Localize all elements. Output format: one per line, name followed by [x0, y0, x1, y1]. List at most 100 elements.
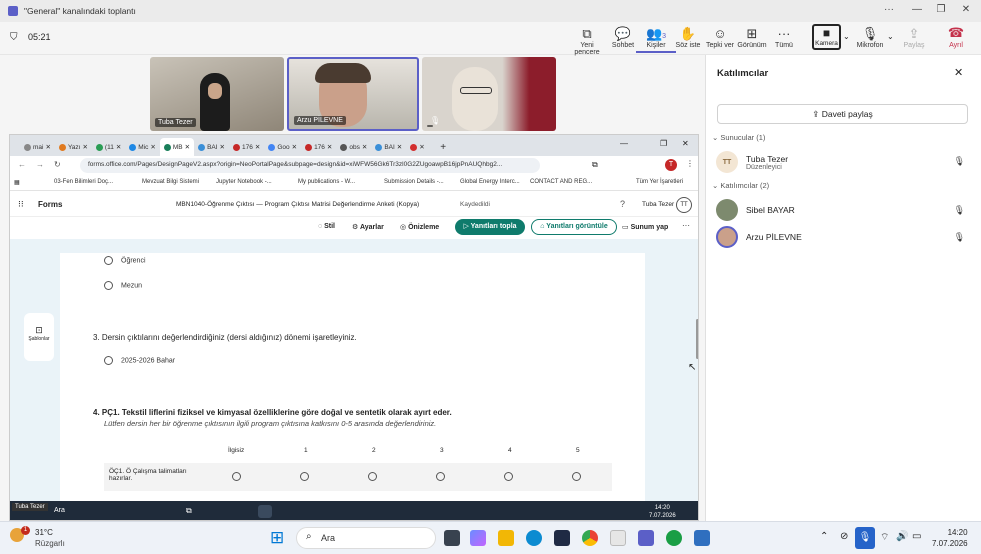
mic-active-icon[interactable]: 🎙 [855, 527, 875, 549]
likert-radio[interactable] [572, 472, 581, 481]
bookmark-item[interactable]: Submission Details -... [384, 179, 444, 185]
reload-icon[interactable]: ↻ [54, 160, 61, 169]
task-view-icon[interactable] [444, 530, 460, 546]
video-tile-active[interactable]: Arzu PİLEVNE [287, 57, 419, 131]
more-button[interactable]: ··· Tümü [764, 25, 804, 49]
radio-option[interactable]: 2025-2026 Bahar [104, 356, 175, 365]
mic-button[interactable]: 🎙 Mikrofon [850, 25, 890, 49]
windows-start-icon[interactable]: ⊞ [270, 529, 288, 547]
view-responses-button[interactable]: ⌂ Yanıtları görüntüle [531, 219, 617, 235]
participant-row[interactable]: Arzu PİLEVNE [716, 226, 802, 248]
forward-icon[interactable]: → [36, 160, 44, 169]
minimize-button[interactable]: — [620, 139, 628, 148]
participant-row[interactable]: TT Tuba Tezer Düzenleyici [716, 151, 788, 173]
chevron-up-icon[interactable]: ⌃ [820, 531, 828, 542]
close-icon[interactable]: ✕ [954, 66, 963, 79]
edge-icon[interactable] [526, 530, 542, 546]
copilot-icon[interactable] [470, 530, 486, 546]
app-launcher-icon[interactable]: ⁝⁝ [18, 199, 24, 210]
system-clock[interactable]: 14:20 7.07.2026 [932, 527, 968, 549]
maximize-button[interactable]: ❐ [930, 4, 952, 15]
participant-name: Tuba Tezer [746, 153, 789, 164]
share-invite-button[interactable]: ⇪ Daveti paylaş [717, 104, 968, 124]
bookmark-item[interactable]: Jupyter Notebook -... [216, 179, 272, 185]
participant-row[interactable]: Sibel BAYAR [716, 199, 795, 221]
settings-button[interactable]: ⚙ Ayarlar [352, 223, 384, 231]
search-box[interactable]: ⌕ Ara [296, 527, 436, 549]
new-tab-button[interactable]: + [436, 138, 466, 156]
browser-tab[interactable]: 176 ✕ [229, 138, 264, 156]
minimize-button[interactable]: — [906, 4, 928, 15]
video-tile[interactable]: 🎙 [422, 57, 556, 131]
leave-button[interactable]: ☎ Ayrıl [943, 25, 969, 49]
radio-option[interactable]: Mezun [104, 281, 142, 290]
close-window-button[interactable]: ✕ [682, 139, 689, 148]
extensions-icon[interactable]: ⧉ [592, 160, 598, 170]
camera-off-icon[interactable]: ⊘ [840, 531, 848, 542]
url-input[interactable]: forms.office.com/Pages/DesignPageV2.aspx… [80, 158, 540, 173]
presenters-header[interactable]: ⌄ Sunucular (1) [712, 133, 765, 142]
browser-tab[interactable]: BAI ✕ [194, 138, 229, 156]
remote-search[interactable]: Ara [54, 507, 65, 514]
wifi-icon[interactable]: ⌔ [880, 531, 889, 544]
likert-radio[interactable] [504, 472, 513, 481]
likert-radio[interactable] [300, 472, 309, 481]
likert-radio[interactable] [368, 472, 377, 481]
radio-option[interactable]: Öğrenci [104, 256, 146, 265]
style-button[interactable]: ◌ Stil [318, 223, 335, 230]
bookmark-item[interactable]: Global Energy Interc... [460, 179, 520, 185]
bookmark-item[interactable]: Mevzuat Bilgi Sistemi [142, 179, 199, 185]
attendees-header[interactable]: ⌄ Katılımcılar (2) [712, 181, 769, 190]
present-button[interactable]: ▭ Sunum yap [622, 223, 668, 231]
video-tile[interactable]: Tuba Tezer [150, 57, 284, 131]
more-icon[interactable]: ··· [878, 4, 900, 15]
bookmark-item[interactable]: 03-Fen Bilimleri Doç... [54, 179, 113, 185]
help-icon[interactable]: ? [620, 199, 625, 209]
menu-icon[interactable]: ⋮ [686, 159, 694, 168]
close-window-button[interactable]: ✕ [955, 4, 977, 15]
more-icon[interactable]: ··· [682, 221, 690, 230]
share-button[interactable]: ⇪ Paylaş [894, 25, 934, 49]
new-window-icon: ⧉ [582, 26, 592, 41]
apps-icon[interactable]: ▦ [14, 179, 20, 186]
templates-button[interactable]: ⊡ Şablonlar [24, 313, 54, 361]
likert-radio[interactable] [232, 472, 241, 481]
chevron-down-icon[interactable]: ⌄ [887, 32, 894, 41]
form-doc-title[interactable]: MBN1040-Öğrenme Çıktısı — Program Çıktıs… [176, 201, 419, 208]
browser-tab[interactable]: ✕ [406, 138, 436, 156]
back-icon[interactable]: ← [18, 160, 26, 169]
all-bookmarks[interactable]: Tüm Yer İşaretleri [636, 179, 683, 185]
browser-tab[interactable]: BAI ✕ [371, 138, 406, 156]
browser-tab[interactable]: Mic ✕ [125, 138, 160, 156]
battery-icon[interactable]: ▭ [912, 531, 921, 542]
chrome-icon[interactable] [582, 530, 598, 546]
likert-radio[interactable] [436, 472, 445, 481]
teams-icon[interactable] [638, 530, 654, 546]
bookmark-item[interactable]: My publications - W... [298, 179, 355, 185]
file-explorer-icon[interactable] [498, 530, 514, 546]
chrome-icon[interactable] [258, 505, 272, 518]
chrome-profile-icon[interactable] [666, 530, 682, 546]
browser-tab[interactable]: Yazı ✕ [55, 138, 92, 156]
browser-tab[interactable]: Goo ✕ [264, 138, 301, 156]
app-icon[interactable] [610, 530, 626, 546]
browser-tab[interactable]: obs ✕ [336, 138, 371, 156]
browser-tab[interactable]: mai ✕ [20, 138, 55, 156]
bookmark-item[interactable]: CONTACT AND REG... [530, 179, 592, 185]
collect-responses-button[interactable]: ▷ Yanıtları topla [455, 219, 525, 235]
store-icon[interactable] [554, 530, 570, 546]
profile-avatar[interactable]: T [665, 159, 677, 171]
browser-tab-active[interactable]: MB ✕ [159, 138, 195, 156]
outlook-icon[interactable] [694, 530, 710, 546]
chevron-down-icon[interactable]: ⌄ [843, 32, 850, 41]
task-view-icon[interactable]: ⧉ [186, 506, 192, 516]
preview-button[interactable]: ◎ Önizleme [400, 223, 439, 231]
camera-button[interactable]: ■ Kamera [812, 24, 841, 50]
browser-tab[interactable]: (11 ✕ [92, 138, 125, 156]
maximize-button[interactable]: ❐ [660, 139, 667, 148]
volume-icon[interactable]: 🔊 [896, 531, 908, 542]
browser-tab[interactable]: 176 ✕ [301, 138, 336, 156]
user-avatar[interactable]: TT [676, 197, 692, 213]
new-window-button[interactable]: ⧉ Yeni pencere [567, 25, 607, 56]
scrollbar-thumb[interactable] [696, 319, 698, 359]
